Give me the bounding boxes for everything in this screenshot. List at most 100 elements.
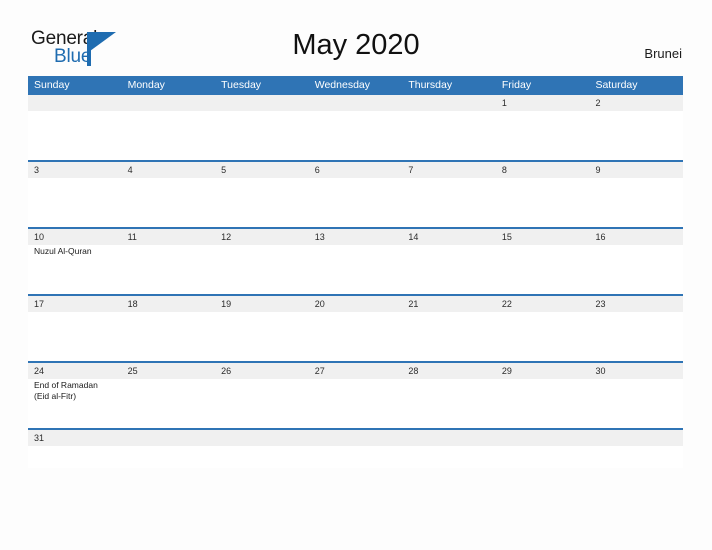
day-cell — [589, 111, 683, 160]
week-date-numbers: 3456789 — [28, 162, 683, 178]
dow-monday: Monday — [127, 79, 165, 91]
dow-saturday: Saturday — [595, 79, 638, 91]
day-number — [122, 430, 216, 446]
day-number[interactable]: 15 — [496, 229, 590, 245]
day-number[interactable]: 1 — [496, 95, 590, 111]
day-number — [215, 95, 309, 111]
day-number — [28, 95, 122, 111]
holiday-label: End of Ramadan — [34, 380, 98, 390]
day-number[interactable]: 29 — [496, 363, 590, 379]
day-cell — [28, 446, 122, 468]
calendar-week-row: 10 11 12 13 14 15 16 Nuzul Al-Quran — [28, 227, 683, 294]
day-number — [215, 430, 309, 446]
day-number[interactable]: 21 — [402, 296, 496, 312]
day-number[interactable]: 12 — [215, 229, 309, 245]
day-number[interactable]: 10 — [28, 229, 122, 245]
week-event-area — [28, 178, 683, 227]
day-number[interactable]: 3 — [28, 162, 122, 178]
week-date-numbers: 17 18 19 20 21 22 23 — [28, 296, 683, 312]
calendar-week-row: 3456789 — [28, 160, 683, 227]
day-number — [402, 95, 496, 111]
day-cell — [309, 312, 403, 361]
day-cell — [215, 446, 309, 468]
calendar-week-row: 24 25 26 27 28 29 30 End of Ramadan (Eid al-Fitr… — [28, 361, 683, 428]
day-number[interactable]: 27 — [309, 363, 403, 379]
day-number — [496, 430, 590, 446]
day-cell — [496, 245, 590, 294]
day-number[interactable]: 22 — [496, 296, 590, 312]
day-number[interactable]: 8 — [496, 162, 590, 178]
day-cell — [309, 111, 403, 160]
week-date-numbers: 24 25 26 27 28 29 30 — [28, 363, 683, 379]
day-cell — [122, 379, 216, 428]
day-cell — [402, 446, 496, 468]
day-number[interactable]: 16 — [589, 229, 683, 245]
day-number[interactable]: 31 — [28, 430, 122, 446]
day-cell — [496, 111, 590, 160]
calendar-page: General Blue May 2020 Brunei Sunday Mond… — [0, 0, 712, 550]
day-number[interactable]: 26 — [215, 363, 309, 379]
day-number[interactable]: 17 — [28, 296, 122, 312]
day-cell — [215, 111, 309, 160]
day-cell — [28, 178, 122, 227]
day-cell — [215, 178, 309, 227]
day-number[interactable]: 2 — [589, 95, 683, 111]
week-event-area — [28, 111, 683, 160]
dow-friday: Friday — [501, 79, 532, 91]
day-number — [122, 95, 216, 111]
calendar-week-row: 12 — [28, 95, 683, 160]
day-number[interactable]: 5 — [215, 162, 309, 178]
calendar-grid: Sunday Monday Tuesday Wednesday Thursday… — [28, 76, 683, 468]
page-title: May 2020 — [292, 29, 420, 61]
day-cell — [309, 178, 403, 227]
day-number[interactable]: 23 — [589, 296, 683, 312]
dow-tuesday: Tuesday — [221, 79, 262, 91]
day-cell — [402, 111, 496, 160]
day-number[interactable]: 6 — [309, 162, 403, 178]
week-event-area — [28, 446, 683, 468]
week-event-area: End of Ramadan (Eid al-Fitr) — [28, 379, 683, 428]
day-number[interactable]: 30 — [589, 363, 683, 379]
day-number[interactable]: 4 — [122, 162, 216, 178]
day-cell — [215, 379, 309, 428]
day-number[interactable]: 7 — [402, 162, 496, 178]
holiday-label: (Eid al-Fitr) — [34, 391, 77, 401]
day-number[interactable]: 19 — [215, 296, 309, 312]
calendar-week-row: 31 — [28, 428, 683, 468]
day-cell — [215, 312, 309, 361]
day-of-week-header: Sunday Monday Tuesday Wednesday Thursday… — [28, 76, 683, 95]
dow-sunday: Sunday — [34, 79, 70, 91]
day-number[interactable]: 18 — [122, 296, 216, 312]
calendar-week-row: 17 18 19 20 21 22 23 — [28, 294, 683, 361]
day-number[interactable]: 25 — [122, 363, 216, 379]
day-cell — [215, 245, 309, 294]
day-number[interactable]: 9 — [589, 162, 683, 178]
day-cell — [122, 245, 216, 294]
day-cell — [28, 111, 122, 160]
day-number — [402, 430, 496, 446]
day-number[interactable]: 13 — [309, 229, 403, 245]
dow-wednesday: Wednesday — [314, 79, 370, 91]
dow-thursday: Thursday — [408, 79, 453, 91]
day-number[interactable]: 24 — [28, 363, 122, 379]
day-number[interactable]: 14 — [402, 229, 496, 245]
day-cell — [309, 446, 403, 468]
day-cell: Nuzul Al-Quran — [28, 245, 122, 294]
day-cell — [122, 178, 216, 227]
day-number — [589, 430, 683, 446]
day-number[interactable]: 11 — [122, 229, 216, 245]
week-event-area — [28, 312, 683, 361]
day-number[interactable]: 20 — [309, 296, 403, 312]
day-cell — [496, 446, 590, 468]
day-cell — [28, 312, 122, 361]
day-cell — [122, 446, 216, 468]
week-date-numbers: 10 11 12 13 14 15 16 — [28, 229, 683, 245]
day-cell — [496, 178, 590, 227]
day-number[interactable]: 28 — [402, 363, 496, 379]
day-cell — [402, 312, 496, 361]
week-date-numbers: 31 — [28, 430, 683, 446]
day-cell — [496, 312, 590, 361]
holiday-label: Nuzul Al-Quran — [34, 246, 92, 256]
day-cell — [402, 379, 496, 428]
day-cell — [309, 379, 403, 428]
